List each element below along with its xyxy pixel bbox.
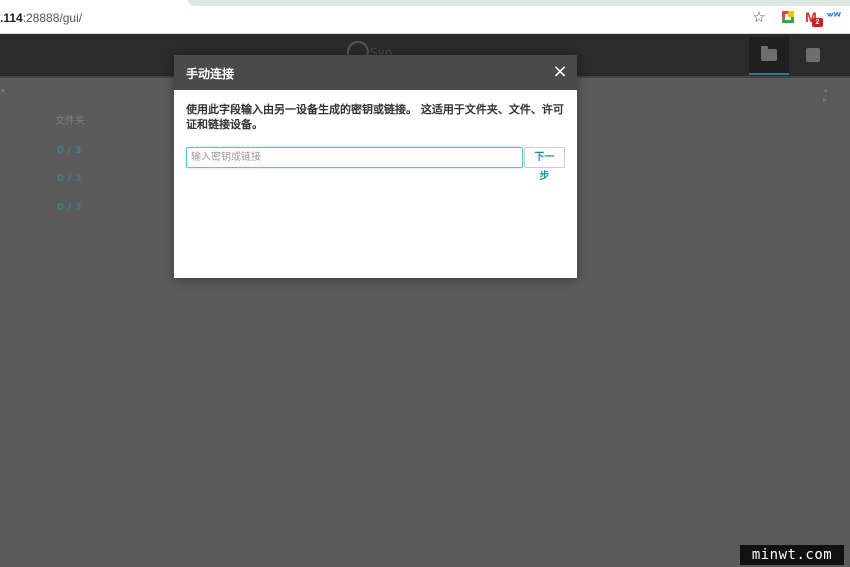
key-or-link-input[interactable] (186, 147, 523, 168)
address-bar[interactable]: .114:28888/gui/ (0, 11, 82, 25)
background-heading: 文件夹 (55, 116, 85, 127)
dialog-description: 使用此字段输入由另一设备生成的密钥或链接。 这适用于文件夹、文件、许可证和链接设… (186, 103, 564, 131)
watermark: minwt.com (740, 545, 844, 565)
nav-devices-button[interactable] (793, 37, 833, 73)
collapse-arrow-icon: ◂ (0, 86, 5, 96)
nav-folders-button[interactable] (749, 37, 789, 75)
gmail-icon[interactable]: M2 (803, 9, 823, 27)
mail-count-badge: 2 (812, 18, 823, 27)
background-row-status: 0 / 3 (57, 173, 82, 184)
manual-connect-dialog: 手动连接 × 使用此字段输入由另一设备生成的密钥或链接。 这适用于文件夹、文件、… (174, 55, 577, 278)
dialog-title: 手动连接 (186, 67, 235, 81)
close-icon[interactable]: × (550, 62, 570, 82)
extension-icon[interactable] (780, 9, 796, 25)
wave-extension-icon[interactable]: ʷᵂ (826, 9, 842, 25)
device-add-icon (806, 48, 820, 62)
next-step-button[interactable]: 下一步 (523, 147, 565, 182)
folder-icon (761, 46, 777, 61)
url-path: :28888/gui/ (22, 11, 83, 25)
dialog-body: 使用此字段输入由另一设备生成的密钥或链接。 这适用于文件夹、文件、许可证和链接设… (174, 90, 577, 182)
background-row-status: 0 / 3 (57, 145, 82, 156)
browser-toolbar: .114:28888/gui/ ☆ M2 ʷᵂ (0, 0, 850, 34)
url-host: .114 (0, 11, 23, 25)
tab-strip (188, 0, 850, 6)
dialog-header: 手动连接 × (174, 55, 577, 90)
star-icon[interactable]: ☆ (751, 9, 767, 25)
key-input-row: 下一步 (186, 147, 565, 182)
pager-arrows: ◂ ▸ (823, 86, 838, 104)
background-row-status: 0 / 3 (57, 202, 82, 213)
